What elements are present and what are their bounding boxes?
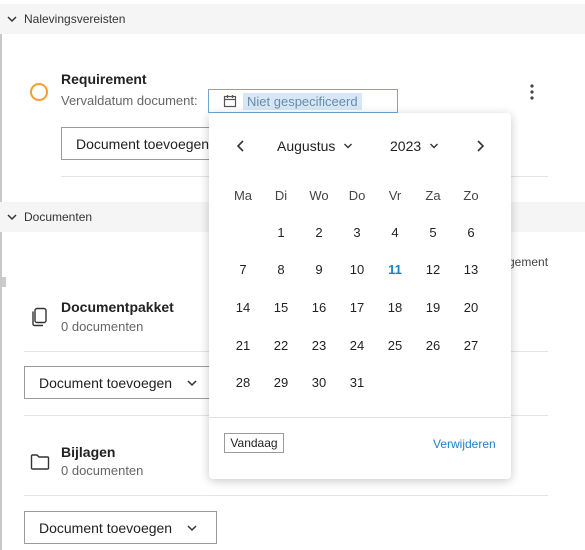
day-cell[interactable]: 3 xyxy=(338,225,376,240)
day-cell[interactable]: 2 xyxy=(300,225,338,240)
more-options-icon[interactable] xyxy=(525,82,539,102)
day-cell[interactable]: 12 xyxy=(414,262,452,277)
section-title: Documenten xyxy=(24,210,93,224)
day-cell[interactable]: 18 xyxy=(376,300,414,315)
section-header-compliance[interactable]: Nalevingsvereisten xyxy=(0,4,585,34)
day-cell[interactable]: 4 xyxy=(376,225,414,240)
day-cell[interactable]: 19 xyxy=(414,300,452,315)
document-package-title: Documentpakket xyxy=(61,299,174,315)
requirement-title: Requirement xyxy=(61,71,147,87)
weekday-label: Za xyxy=(425,188,441,203)
day-cell[interactable]: 21 xyxy=(224,338,262,353)
chevron-down-icon xyxy=(186,377,198,389)
day-cell[interactable]: 23 xyxy=(300,338,338,353)
day-cell[interactable]: 13 xyxy=(452,262,490,277)
attachments-title: Bijlagen xyxy=(61,444,116,460)
day-cell[interactable]: 16 xyxy=(300,300,338,315)
due-date-input[interactable]: Niet gespecificeerd xyxy=(208,89,398,113)
day-cell[interactable]: 28 xyxy=(224,375,262,390)
day-cell[interactable]: 31 xyxy=(338,375,376,390)
chevron-down-icon[interactable] xyxy=(6,13,18,25)
weekday-label: Zo xyxy=(463,188,479,203)
day-cell[interactable]: 20 xyxy=(452,300,490,315)
year-select[interactable]: 2023 xyxy=(390,138,439,154)
day-cell[interactable]: 26 xyxy=(414,338,452,353)
day-cell[interactable]: 30 xyxy=(300,375,338,390)
weekday-label: Ma xyxy=(233,188,253,203)
day-cell[interactable]: 27 xyxy=(452,338,490,353)
day-cell[interactable]: 24 xyxy=(338,338,376,353)
day-cell[interactable]: 7 xyxy=(224,262,262,277)
add-attachment-dropdown-button[interactable]: Document toevoegen xyxy=(24,511,217,544)
add-document-label: Document toevoegen xyxy=(39,519,173,536)
section-title: Nalevingsvereisten xyxy=(24,12,126,26)
chevron-down-icon[interactable] xyxy=(6,211,18,223)
attachments-count: 0 documenten xyxy=(61,463,144,478)
chevron-left-icon[interactable] xyxy=(233,138,249,154)
chevron-down-icon xyxy=(429,141,439,151)
year-label: 2023 xyxy=(390,138,422,154)
day-cell[interactable]: 29 xyxy=(262,375,300,390)
due-date-placeholder: Niet gespecificeerd xyxy=(243,92,362,110)
day-cell-today[interactable]: 11 xyxy=(376,262,414,277)
chevron-down-icon xyxy=(343,141,353,151)
day-cell[interactable]: 22 xyxy=(262,338,300,353)
month-select[interactable]: Augustus xyxy=(277,138,353,154)
add-document-dropdown-button[interactable]: Document toevoegen xyxy=(24,366,217,399)
day-cell[interactable]: 8 xyxy=(262,262,300,277)
left-edge-bar xyxy=(0,34,2,204)
clipped-label: gement xyxy=(508,255,549,269)
weekday-label: Di xyxy=(274,188,288,203)
add-document-label: Document toevoegen xyxy=(76,135,210,152)
day-cell[interactable]: 17 xyxy=(338,300,376,315)
chevron-right-icon[interactable] xyxy=(472,138,488,154)
chevron-down-icon xyxy=(186,522,198,534)
day-cell[interactable]: 1 xyxy=(262,225,300,240)
day-cell[interactable]: 15 xyxy=(262,300,300,315)
divider xyxy=(209,417,511,418)
day-cell[interactable]: 14 xyxy=(224,300,262,315)
resize-handle-icon[interactable] xyxy=(2,274,6,287)
weekday-label: Do xyxy=(348,188,366,203)
weekday-label: Wo xyxy=(309,188,329,203)
today-button[interactable]: Vandaag xyxy=(224,433,284,453)
document-package-count: 0 documenten xyxy=(61,319,144,334)
folder-icon xyxy=(30,453,50,471)
day-cell[interactable]: 5 xyxy=(414,225,452,240)
day-cell[interactable]: 9 xyxy=(300,262,338,277)
weekday-label: Vr xyxy=(388,188,402,203)
month-label: Augustus xyxy=(277,138,336,154)
document-stack-icon xyxy=(30,307,48,327)
add-document-label: Document toevoegen xyxy=(39,374,173,391)
date-picker-popup: Augustus 2023 Ma Di Wo Do Vr Za Zo 1 2 3 4 5 6 7 8 9 10… xyxy=(209,113,511,479)
due-date-label: Vervaldatum document: xyxy=(61,93,198,108)
status-ring-icon xyxy=(29,82,49,102)
add-document-button[interactable]: Document toevoegen xyxy=(61,127,211,160)
remove-date-link[interactable]: Verwijderen xyxy=(433,437,496,451)
calendar-icon[interactable] xyxy=(223,94,237,108)
day-cell[interactable]: 25 xyxy=(376,338,414,353)
day-cell[interactable]: 10 xyxy=(338,262,376,277)
divider xyxy=(24,495,548,496)
day-cell[interactable]: 6 xyxy=(452,225,490,240)
